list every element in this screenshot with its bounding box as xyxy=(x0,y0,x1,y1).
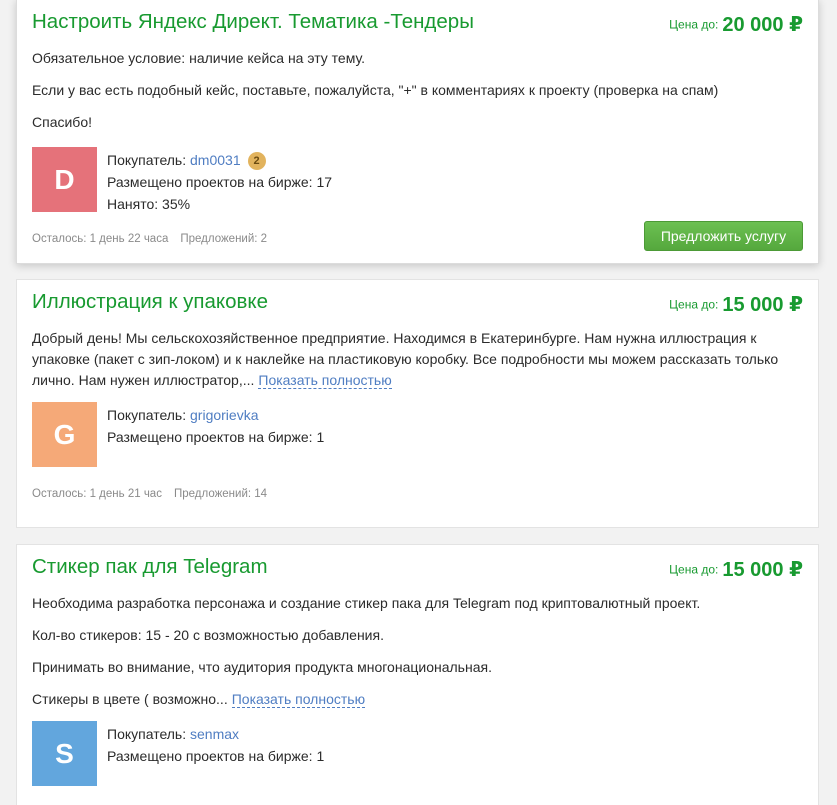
buyer-info: Покупатель: senmax Размещено проектов на… xyxy=(107,723,324,767)
description-paragraph: Принимать во внимание, что аудитория про… xyxy=(32,659,492,675)
time-left: Осталось: 1 день 22 часа xyxy=(32,233,169,245)
avatar[interactable]: D xyxy=(32,147,97,212)
projects-posted: Размещено проектов на бирже: 17 xyxy=(107,174,333,190)
avatar[interactable]: S xyxy=(32,721,97,786)
avatar[interactable]: G xyxy=(32,402,97,467)
description-paragraph: Обязательное условие: наличие кейса на э… xyxy=(32,50,365,66)
price-label: Цена до: xyxy=(669,297,719,312)
project-meta: Осталось: 1 день 21 час Предложений: 14 xyxy=(32,488,267,500)
price-label: Цена до: xyxy=(669,562,719,577)
description-paragraph: Если у вас есть подобный кейс, поставьте… xyxy=(32,82,719,98)
buyer-info: Покупатель: grigorievka Размещено проект… xyxy=(107,404,324,448)
description-text: Стикеры в цвете ( возможно... xyxy=(32,691,228,707)
price-value: 20 000 ₽ xyxy=(722,14,803,36)
project-title[interactable]: Иллюстрация к упаковке xyxy=(32,290,268,314)
project-price: Цена до: 15 000 ₽ xyxy=(669,292,803,317)
price-value: 15 000 ₽ xyxy=(722,294,803,316)
buyer-label: Покупатель: xyxy=(107,407,187,423)
project-header: Настроить Яндекс Директ. Тематика -Тенде… xyxy=(32,0,803,48)
description-paragraph: Кол-во стикеров: 15 - 20 с возможностью … xyxy=(32,627,384,643)
buyer-level-badge[interactable]: 2 xyxy=(247,152,266,170)
project-card: Настроить Яндекс Директ. Тематика -Тенде… xyxy=(16,0,819,264)
projects-posted: Размещено проектов на бирже: 1 xyxy=(107,748,325,764)
buyer-line: Покупатель: grigorievka xyxy=(107,404,324,426)
project-description: Добрый день! Мы сельскохозяйственное пре… xyxy=(32,328,803,391)
buyer-info: Покупатель: dm0031 2 Размещено проектов н… xyxy=(107,149,332,215)
show-more-link[interactable]: Показать полностью xyxy=(231,691,366,708)
buyer-block: G Покупатель: grigorievka Размещено прое… xyxy=(32,402,803,468)
buyer-block: S Покупатель: senmax Размещено проектов … xyxy=(32,721,803,787)
offers-count: Предложений: 14 xyxy=(173,488,268,500)
description-paragraph: Добрый день! Мы сельскохозяйственное пре… xyxy=(32,328,803,391)
project-title[interactable]: Настроить Яндекс Директ. Тематика -Тенде… xyxy=(32,10,474,34)
buyer-link[interactable]: senmax xyxy=(190,726,239,742)
buyer-link[interactable]: dm0031 xyxy=(190,152,241,168)
project-title[interactable]: Стикер пак для Telegram xyxy=(32,555,268,579)
project-description: Необходима разработка персонажа и создан… xyxy=(32,593,803,710)
offer-service-button[interactable]: Предложить услугу xyxy=(644,221,803,251)
projects-posted: Размещено проектов на бирже: 1 xyxy=(107,429,325,445)
project-header: Стикер пак для Telegram Цена до: 15 000 ₽ xyxy=(32,545,803,593)
time-left: Осталось: 1 день 21 час xyxy=(32,488,162,500)
project-card: Иллюстрация к упаковке Цена до: 15 000 ₽ … xyxy=(16,279,819,528)
project-header: Иллюстрация к упаковке Цена до: 15 000 ₽ xyxy=(32,280,803,328)
buyer-label: Покупатель: xyxy=(107,726,187,742)
project-description: Обязательное условие: наличие кейса на э… xyxy=(32,48,803,133)
project-footer: Осталось: 1 день 21 час Предложений: 14 xyxy=(32,476,803,516)
show-more-link[interactable]: Показать полностью xyxy=(258,372,392,389)
buyer-line: Покупатель: dm0031 2 xyxy=(107,149,332,171)
hired-rate: Нанято: 35% xyxy=(107,196,191,212)
buyer-block: D Покупатель: dm0031 2 Размещено проектов… xyxy=(32,147,803,213)
description-paragraph: Стикеры в цвете ( возможно... Показать по… xyxy=(32,689,803,710)
project-footer: Осталось: 1 день 22 часа Предложений: 2 П… xyxy=(32,221,803,261)
project-price: Цена до: 20 000 ₽ xyxy=(669,12,803,37)
price-value: 15 000 ₽ xyxy=(722,559,803,581)
buyer-label: Покупатель: xyxy=(107,152,187,168)
price-label: Цена до: xyxy=(669,17,719,32)
buyer-line: Покупатель: senmax xyxy=(107,723,324,745)
project-price: Цена до: 15 000 ₽ xyxy=(669,557,803,582)
description-paragraph: Спасибо! xyxy=(32,114,92,130)
description-text: Добрый день! Мы сельскохозяйственное пре… xyxy=(32,330,779,388)
project-card: Стикер пак для Telegram Цена до: 15 000 ₽… xyxy=(16,544,819,805)
offers-count: Предложений: 2 xyxy=(180,233,268,245)
description-paragraph: Необходима разработка персонажа и создан… xyxy=(32,595,701,611)
buyer-link[interactable]: grigorievka xyxy=(190,407,258,423)
project-meta: Осталось: 1 день 22 часа Предложений: 2 xyxy=(32,233,267,245)
